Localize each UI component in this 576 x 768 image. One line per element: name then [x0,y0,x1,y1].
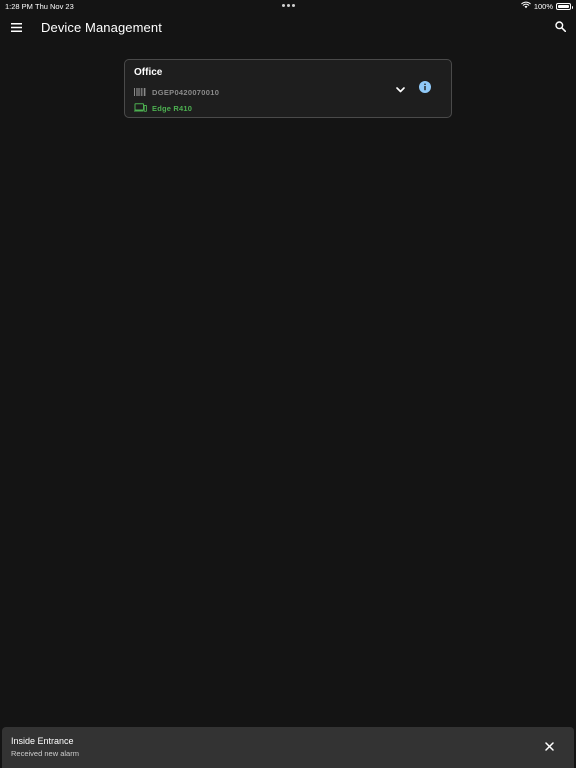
menu-button[interactable] [6,18,26,38]
page-title: Device Management [41,20,162,35]
snackbar-message: Received new alarm [11,749,79,758]
more-dots-icon[interactable] [282,4,295,7]
search-button[interactable] [550,18,570,38]
snackbar-close-button[interactable] [542,740,556,754]
alarm-snackbar: Inside Entrance Received new alarm [2,727,574,768]
device-management-screen: 1:28 PM Thu Nov 23 100% Device Managemen… [0,0,576,768]
battery-fill [558,4,569,8]
status-date: Thu Nov 23 [35,2,74,11]
snackbar-title: Inside Entrance [11,736,74,746]
device-card[interactable]: Office DGEP0420070010 Edge R410 [124,59,452,118]
battery-icon [556,2,573,10]
status-bar: 1:28 PM Thu Nov 23 100% [0,0,576,12]
device-name: Office [134,67,163,78]
status-time: 1:28 PM [5,2,33,11]
menu-icon [10,19,22,37]
battery-percent: 100% [533,1,553,11]
status-right: 100% [521,1,573,11]
devices-icon [134,99,147,117]
close-icon [544,738,554,756]
model-row: Edge R410 [134,99,192,117]
info-button[interactable] [418,80,432,98]
info-icon [419,80,431,98]
device-serial: DGEP0420070010 [152,87,220,97]
wifi-icon [521,1,531,11]
app-bar: Device Management [0,12,576,44]
search-icon [554,19,566,37]
device-model: Edge R410 [152,103,193,113]
chevron-down-icon [395,80,405,98]
expand-button[interactable] [393,82,407,96]
